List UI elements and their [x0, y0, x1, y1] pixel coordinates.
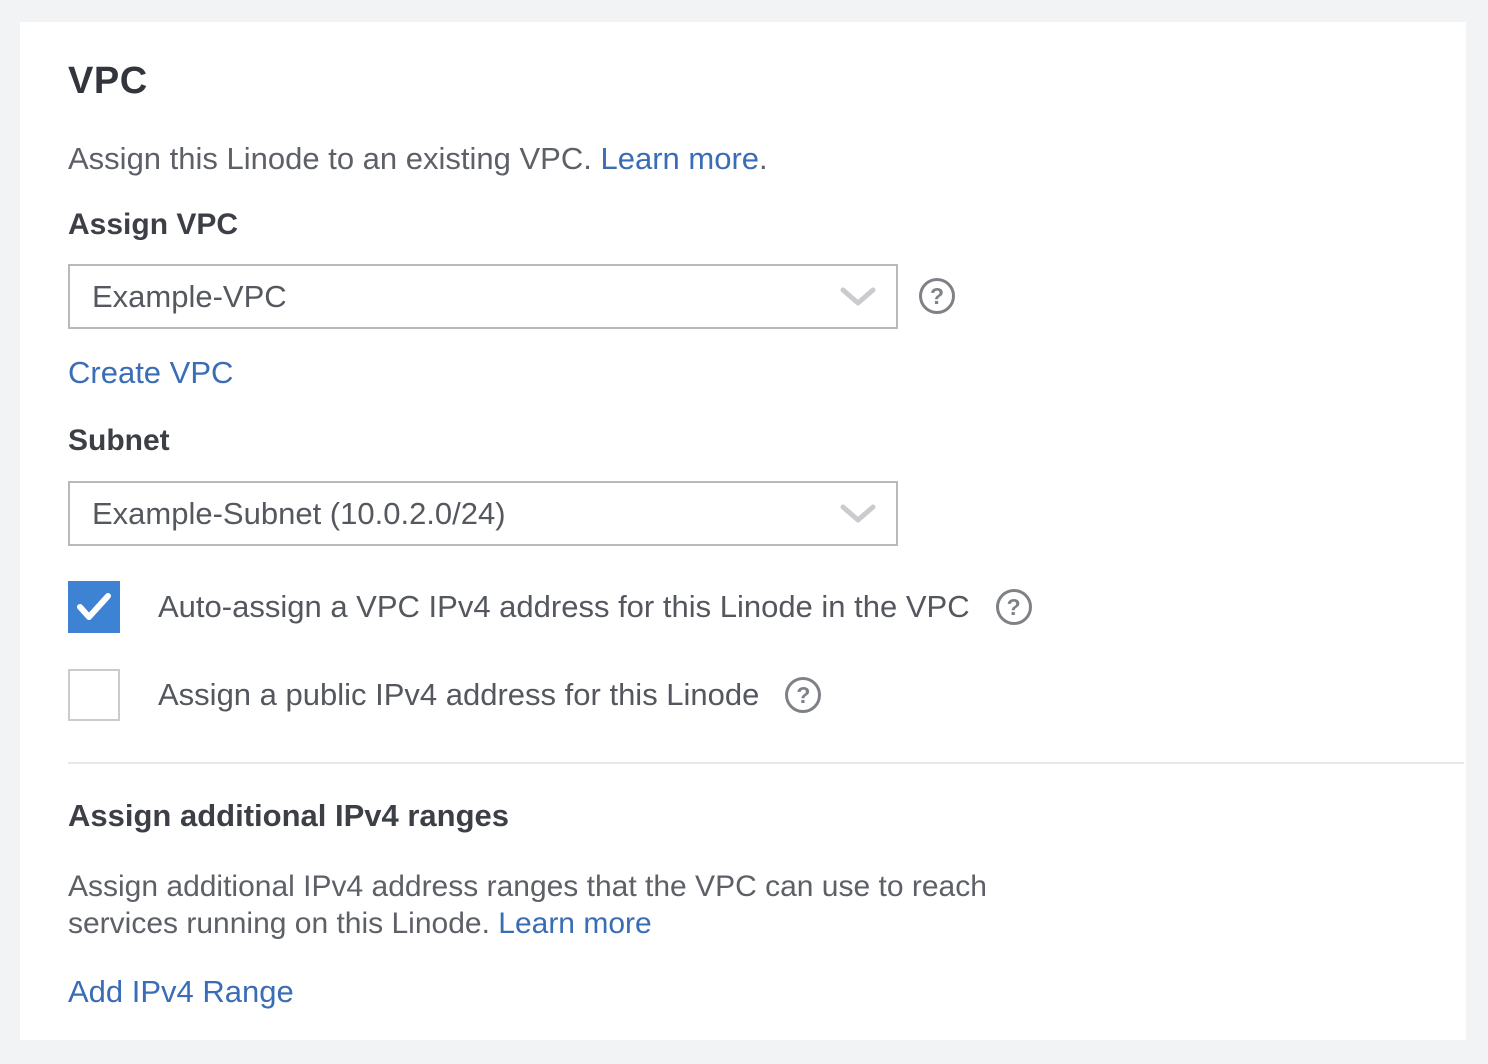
section-divider [68, 762, 1464, 764]
learn-more-link[interactable]: Learn more [600, 141, 759, 176]
assign-vpc-label: Assign VPC [68, 208, 238, 242]
vpc-panel: VPC Assign this Linode to an existing VP… [20, 22, 1466, 1040]
page-title: VPC [68, 60, 148, 103]
subnet-select[interactable]: Example-Subnet (10.0.2.0/24) [68, 481, 898, 546]
subnet-label: Subnet [68, 424, 170, 458]
intro-text: Assign this Linode to an existing VPC. [68, 141, 592, 176]
create-vpc-link[interactable]: Create VPC [68, 355, 233, 391]
assign-vpc-select[interactable]: Example-VPC [68, 264, 898, 329]
public-ipv4-label: Assign a public IPv4 address for this Li… [158, 677, 759, 713]
intro-period: . [759, 141, 768, 176]
additional-ranges-learn-more-link[interactable]: Learn more [498, 907, 651, 940]
additional-ranges-description: Assign additional IPv4 address ranges th… [68, 868, 987, 942]
intro-paragraph: Assign this Linode to an existing VPC. L… [68, 140, 768, 178]
assign-vpc-help-icon[interactable]: ? [919, 278, 955, 314]
subnet-select-value: Example-Subnet (10.0.2.0/24) [92, 496, 828, 532]
add-ipv4-range-link[interactable]: Add IPv4 Range [68, 974, 294, 1010]
chevron-down-icon [840, 287, 876, 307]
assign-vpc-select-value: Example-VPC [92, 279, 828, 315]
additional-ranges-heading: Assign additional IPv4 ranges [68, 798, 509, 834]
public-ipv4-checkbox[interactable] [68, 669, 120, 721]
auto-assign-ipv4-label: Auto-assign a VPC IPv4 address for this … [158, 589, 970, 625]
public-ipv4-help-icon[interactable]: ? [785, 677, 821, 713]
checkmark-icon [77, 593, 111, 621]
public-ipv4-row: Assign a public IPv4 address for this Li… [68, 669, 821, 721]
auto-assign-ipv4-help-icon[interactable]: ? [996, 589, 1032, 625]
additional-ranges-description-line2: services running on this Linode. [68, 907, 490, 940]
auto-assign-ipv4-row: Auto-assign a VPC IPv4 address for this … [68, 581, 1032, 633]
additional-ranges-description-line1: Assign additional IPv4 address ranges th… [68, 870, 987, 903]
auto-assign-ipv4-checkbox[interactable] [68, 581, 120, 633]
chevron-down-icon [840, 504, 876, 524]
